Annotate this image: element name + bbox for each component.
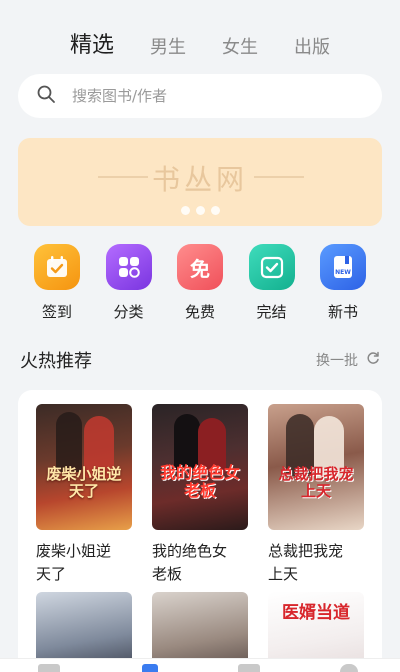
banner-title: 书丛网 xyxy=(151,163,248,196)
discover-icon[interactable] xyxy=(238,664,260,672)
shortcut-label: 新书 xyxy=(327,303,358,321)
bookshelf-icon[interactable] xyxy=(38,664,60,672)
search-icon xyxy=(36,84,56,108)
svg-text:NEW: NEW xyxy=(335,269,351,276)
refresh-icon xyxy=(366,351,380,369)
shortcut-label: 分类 xyxy=(113,303,144,321)
book-title: 废柴小姐逆 天了 xyxy=(36,542,112,583)
shortcut-finished[interactable]: 完结 xyxy=(247,244,297,322)
book-card[interactable]: 总裁把我宠上天 总裁把我宠 上天 xyxy=(268,404,364,586)
section-title: 火热推荐 xyxy=(20,351,92,372)
shortcut-checkin[interactable]: 签到 xyxy=(32,244,82,322)
book-cover: 废柴小姐逆天了 xyxy=(36,404,132,530)
hot-books-panel: 废柴小姐逆天了 废柴小姐逆 天了 我的绝色女老板 我的绝色女 老板 总裁把我宠上… xyxy=(18,390,382,672)
shortcut-label: 完结 xyxy=(256,303,287,321)
profile-icon[interactable] xyxy=(340,664,358,672)
book-title: 总裁把我宠 上天 xyxy=(268,542,344,583)
refresh-button[interactable]: 换一批 xyxy=(316,350,380,370)
cover-title: 总裁把我宠上天 xyxy=(278,465,354,500)
bottom-navigation xyxy=(0,658,400,672)
new-book-icon: NEW xyxy=(320,244,366,290)
promo-banner[interactable]: 书丛网 xyxy=(18,138,382,226)
refresh-label: 换一批 xyxy=(316,353,358,369)
book-card[interactable]: 废柴小姐逆天了 废柴小姐逆 天了 xyxy=(36,404,132,586)
shortcut-new[interactable]: NEW 新书 xyxy=(318,244,368,322)
search-input[interactable] xyxy=(72,87,332,105)
search-bar[interactable] xyxy=(18,74,382,118)
hot-section-header: 火热推荐 换一批 xyxy=(20,346,380,374)
cover-title: 我的绝色女老板 xyxy=(159,463,240,500)
calendar-check-icon xyxy=(34,244,80,290)
banner-dot[interactable] xyxy=(180,206,190,215)
banner-dot[interactable] xyxy=(195,206,205,215)
shortcut-label: 免费 xyxy=(184,303,215,321)
shortcut-free[interactable]: 免 免费 xyxy=(175,244,225,322)
cover-title: 废柴小姐逆天了 xyxy=(46,465,122,500)
category-shortcuts: 签到 分类 免 免费 完结 NEW 新书 xyxy=(18,244,382,322)
channel-tabs: 精选 男生 女生 出版 xyxy=(0,28,400,60)
book-card[interactable]: 我的绝色女老板 我的绝色女 老板 xyxy=(152,404,248,586)
banner-pagination xyxy=(18,206,382,215)
free-tag-icon: 免 xyxy=(177,244,223,290)
tab-female[interactable]: 女生 xyxy=(222,36,258,60)
tab-featured[interactable]: 精选 xyxy=(70,32,114,60)
book-title: 我的绝色女 老板 xyxy=(152,542,228,583)
grid-icon xyxy=(105,244,152,290)
book-cover: 我的绝色女老板 xyxy=(152,404,248,530)
shortcut-label: 签到 xyxy=(41,303,72,321)
shortcut-category[interactable]: 分类 xyxy=(104,244,154,322)
banner-dot[interactable] xyxy=(210,206,220,215)
checkbox-icon xyxy=(248,244,295,290)
cover-title: 医婿当道 xyxy=(282,603,350,623)
tab-publish[interactable]: 出版 xyxy=(294,36,330,60)
book-cover: 总裁把我宠上天 xyxy=(268,404,364,530)
tab-male[interactable]: 男生 xyxy=(150,36,186,60)
store-icon[interactable] xyxy=(142,664,158,672)
